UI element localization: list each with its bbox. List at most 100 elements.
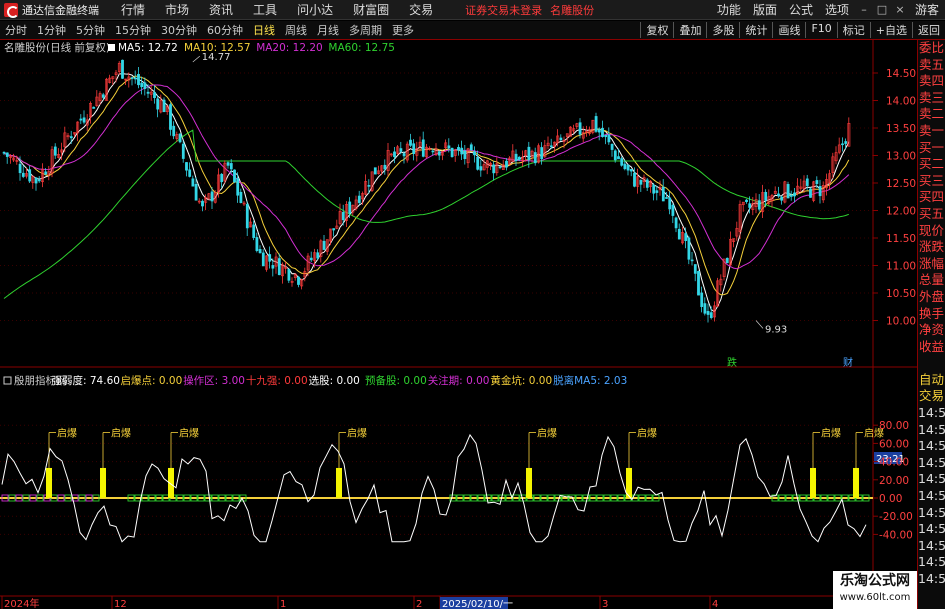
side-panel-item[interactable]: 14:56 [918,521,945,538]
menu-news[interactable]: 资讯 [199,1,243,18]
candle [665,197,668,199]
candle [652,184,656,194]
side-panel-item[interactable]: 净资 [918,322,945,339]
period-monthly[interactable]: 月线 [312,22,344,38]
side-panel-item[interactable]: 卖三 [918,90,945,107]
menu-market[interactable]: 市场 [155,1,199,18]
menu-ask-xiaoda[interactable]: 问小达 [287,1,343,18]
side-panel-item[interactable]: 14:56 [918,488,945,505]
indicator-tick-label: 20.00 [879,475,909,487]
period-15min[interactable]: 15分钟 [110,22,156,38]
candle [447,145,451,149]
candle [21,172,25,177]
tool-statistics[interactable]: 统计 [739,22,772,38]
app-window: 通达信金融终端 行情 市场 资讯 工具 问小达 财富圈 交易 证券交易未登录 名… [0,0,945,609]
indicator-legend-item: 关注期: 0.00 [428,374,490,387]
candle [703,303,707,314]
side-panel-item[interactable]: 现价 [918,223,945,240]
side-panel-item[interactable]: 卖五 [918,57,945,74]
side-panel-item[interactable]: 14:56 [918,422,945,439]
menu-options[interactable]: 选项 [819,1,855,18]
side-panel-item[interactable]: 买四 [918,189,945,206]
breakout-label: 启爆 [179,426,199,439]
candle [559,137,563,141]
tool-multi-stock[interactable]: 多股 [706,22,739,38]
side-panel-item[interactable]: 换手 [918,306,945,323]
candle [764,191,768,201]
side-panel-item[interactable]: 14:56 [918,438,945,455]
side-panel-item[interactable]: 委比 [918,40,945,57]
side-panel-item[interactable]: 涨幅 [918,256,945,273]
candle [393,151,396,158]
breakout-bar [336,467,342,498]
close-icon[interactable]: × [891,3,909,16]
period-daily[interactable]: 日线 [248,22,280,38]
tool-back[interactable]: 返回 [912,22,945,38]
candle [748,203,752,208]
tool-overlay[interactable]: 叠加 [673,22,706,38]
tool-draw-line[interactable]: 画线 [772,22,805,38]
menu-trade[interactable]: 交易 [399,1,443,18]
period-5min[interactable]: 5分钟 [71,22,110,38]
period-multi[interactable]: 多周期 [344,22,387,38]
tool-adjust[interactable]: 复权 [640,22,673,38]
chart-area[interactable]: 14.50 14.00 13.50 13.00 12.50 12.00 11.50 11.00… [0,40,917,609]
period-weekly[interactable]: 周线 [280,22,312,38]
menu-function[interactable]: 功能 [711,1,747,18]
breakout-label: 启爆 [821,426,841,439]
tool-add-watchlist[interactable]: +自选 [869,22,912,38]
date-label: 3 [602,599,608,609]
menu-tools[interactable]: 工具 [243,1,287,18]
candle [245,203,249,229]
side-panel-item[interactable]: 14:56 [918,571,945,588]
side-panel-item[interactable] [918,355,945,372]
side-panel-item[interactable]: 14:56 [918,505,945,522]
side-panel-item[interactable]: 自动 [918,372,945,389]
period-60min[interactable]: 60分钟 [202,22,248,38]
side-panel-item[interactable]: 涨跌 [918,239,945,256]
side-panel-item[interactable]: 卖一 [918,123,945,140]
side-panel-item[interactable]: 买一 [918,140,945,157]
side-panel-item[interactable]: 买二 [918,156,945,173]
maximize-icon[interactable]: □ [873,3,891,16]
minimize-icon[interactable]: – [855,3,873,16]
candle [383,164,387,170]
menu-quotes[interactable]: 行情 [111,1,155,18]
menu-wealth-circle[interactable]: 财富圈 [343,1,399,18]
side-panel-item[interactable]: 总量 [918,272,945,289]
tool-f10[interactable]: F10 [805,22,836,38]
candle [745,199,748,203]
period-more[interactable]: 更多 [387,22,419,38]
candle [786,184,790,199]
side-panel-item[interactable]: 外盘 [918,289,945,306]
period-1min[interactable]: 1分钟 [32,22,71,38]
side-panel-item[interactable]: 买五 [918,206,945,223]
period-intraday[interactable]: 分时 [0,22,32,38]
side-panel-item[interactable]: 14:56 [918,471,945,488]
candle [348,201,352,214]
side-panel-item[interactable]: 交易 [918,388,945,405]
period-30min[interactable]: 30分钟 [156,22,202,38]
indicator-legend-item: 选股: 0.00 [309,374,360,387]
login-status[interactable]: 证券交易未登录 [465,2,542,18]
side-panel-item[interactable]: 14:56 [918,455,945,472]
menu-layout[interactable]: 版面 [747,1,783,18]
side-panel-item[interactable]: 14:56 [918,554,945,571]
side-panel-item[interactable]: 14:55 [918,405,945,422]
tool-mark[interactable]: 标记 [836,22,870,38]
breakout-label: 启爆 [537,426,557,439]
breakout-bar [810,467,816,498]
side-panel-item[interactable]: 卖四 [918,73,945,90]
guest-user[interactable]: 游客 [909,1,945,18]
candle [229,163,233,170]
side-panel-item[interactable]: 收益 [918,339,945,356]
menu-formula[interactable]: 公式 [783,1,819,18]
candle [185,162,188,171]
side-panel-item[interactable]: 买三 [918,173,945,190]
candle [460,147,464,155]
candle [130,77,134,79]
side-panel-item[interactable]: 14:56 [918,538,945,555]
side-panel-item[interactable]: 卖二 [918,106,945,123]
candle [287,269,291,281]
candle [409,139,412,146]
